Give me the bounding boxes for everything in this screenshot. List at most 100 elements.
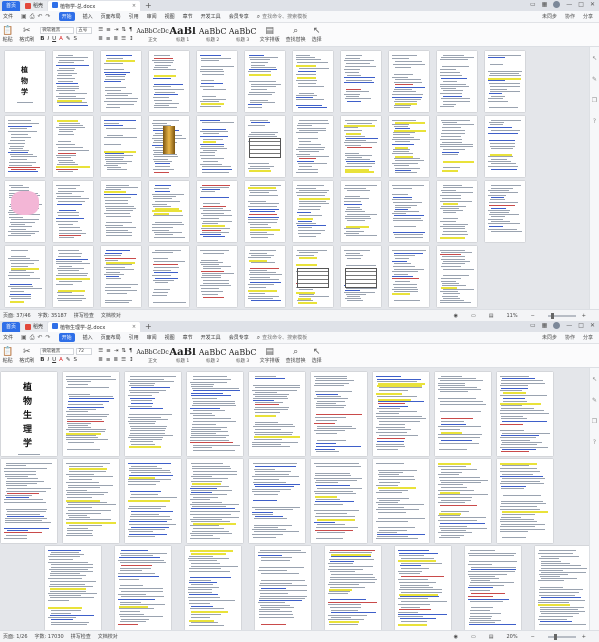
page-thumbnail[interactable] [101, 116, 141, 177]
font-color-button[interactable]: A [59, 357, 63, 363]
document-proofread[interactable]: 文档校对 [98, 633, 118, 640]
page-thumbnail[interactable] [535, 546, 589, 630]
style-normal[interactable]: AaBbCcDc 正文 [136, 348, 168, 364]
page-thumbnail[interactable] [293, 181, 333, 242]
page-thumbnail[interactable] [53, 51, 93, 112]
page-view-icon[interactable]: ▭ [471, 634, 476, 640]
style-heading-1[interactable]: AaBl 标题 1 [169, 27, 196, 43]
bold-button[interactable]: B [40, 357, 44, 363]
zoom-slider[interactable] [547, 633, 576, 640]
maximize-icon[interactable]: □ [578, 1, 584, 8]
page-thumbnail[interactable] [45, 546, 101, 630]
close-icon[interactable]: ✕ [590, 1, 595, 8]
menu-references[interactable]: 引用 [129, 13, 139, 20]
layers-icon[interactable]: ❐ [592, 97, 597, 104]
menu-insert[interactable]: 插入 [83, 334, 93, 341]
menu-home[interactable]: 开始 [58, 12, 75, 21]
page-thumbnail[interactable] [389, 181, 429, 242]
page-thumbnail[interactable] [465, 546, 521, 630]
menu-home[interactable]: 开始 [58, 333, 75, 342]
page-thumbnail[interactable] [485, 51, 525, 112]
menu-page-layout[interactable]: 页面布局 [101, 334, 121, 341]
cut-button[interactable]: ✂ 格式刷 [19, 26, 34, 43]
justify-icon[interactable]: ☰ [121, 357, 126, 363]
close-tab-icon[interactable]: × [132, 324, 136, 330]
pen-icon[interactable]: ✎ [592, 76, 597, 83]
style-heading-1[interactable]: AaBl 标题 1 [169, 348, 196, 364]
page-thumbnail[interactable] [5, 116, 45, 177]
help-icon[interactable]: ? [593, 118, 596, 125]
page-thumbnail[interactable] [1, 459, 57, 543]
collaborate-button[interactable]: 协作 [565, 13, 575, 20]
eye-icon[interactable]: ◉ [454, 634, 458, 640]
zoom-in-icon[interactable]: + [582, 313, 586, 319]
style-normal[interactable]: AaBbCcDc 正文 [136, 27, 168, 43]
tab-docer[interactable]: 稻壳 [21, 0, 48, 11]
print-icon[interactable]: ⎙ [30, 13, 35, 21]
line-spacing-icon[interactable]: ↕ [129, 357, 134, 363]
find-replace-button[interactable]: ⌕ 查找替换 [286, 347, 306, 364]
share-button[interactable]: 分享 [583, 334, 593, 341]
page-thumbnail[interactable] [311, 372, 367, 456]
redo-icon[interactable]: ↷ [46, 13, 51, 21]
page-thumbnail[interactable] [245, 116, 285, 177]
align-center-icon[interactable]: ≡ [106, 357, 111, 363]
spell-check[interactable]: 拼写检查 [71, 633, 91, 640]
show-marks-icon[interactable]: ¶ [129, 348, 133, 354]
page-thumbnail[interactable] [437, 51, 477, 112]
page-thumbnail[interactable] [389, 116, 429, 177]
spell-check[interactable]: 拼写检查 [74, 312, 94, 319]
page-thumbnail[interactable] [373, 372, 429, 456]
numbering-icon[interactable]: ≡ [106, 27, 111, 33]
page-thumbnail[interactable] [245, 51, 285, 112]
page-thumbnail[interactable] [149, 246, 189, 307]
find-replace-button[interactable]: ⌕ 查找替换 [286, 26, 306, 43]
undo-icon[interactable]: ↶ [38, 13, 43, 21]
close-tab-icon[interactable]: × [132, 3, 136, 9]
menu-view[interactable]: 视图 [165, 334, 175, 341]
bullets-icon[interactable]: ☰ [98, 27, 103, 33]
page-thumbnail[interactable] [245, 246, 285, 307]
style-heading-2[interactable]: AaBbC 标题 2 [199, 27, 227, 43]
help-icon[interactable]: ? [593, 439, 596, 446]
menu-file[interactable]: 文件 [3, 13, 13, 20]
menu-view[interactable]: 视图 [165, 13, 175, 20]
sort-icon[interactable]: ⇅ [121, 27, 126, 33]
grid-icon[interactable]: ▦ [542, 1, 548, 8]
page-thumbnail[interactable] [187, 372, 243, 456]
tab-docer[interactable]: 稻壳 [21, 321, 48, 332]
page-thumbnail[interactable] [249, 372, 305, 456]
save-icon[interactable]: ▣ [21, 334, 27, 342]
command-search[interactable]: 查找命令、搜索模板 [262, 334, 307, 341]
sort-icon[interactable]: ⇅ [121, 348, 126, 354]
page-indicator[interactable]: 页面: 1/26 [3, 633, 28, 640]
bold-button[interactable]: B [40, 36, 44, 42]
align-left-icon[interactable]: ≣ [98, 357, 103, 363]
paste-button[interactable]: 📋 粘贴 [2, 26, 13, 43]
text-tools-button[interactable]: ▤ 文字排版 [260, 26, 280, 43]
menu-developer[interactable]: 开发工具 [201, 334, 221, 341]
layout-icon[interactable]: ▭ [530, 1, 536, 8]
paste-button[interactable]: 📋 粘贴 [2, 347, 13, 364]
page-thumbnail[interactable] [185, 546, 241, 630]
page-thumbnail[interactable] [293, 246, 333, 307]
tab-home[interactable]: 首页 [2, 321, 21, 332]
page-thumbnail[interactable] [53, 116, 93, 177]
align-center-icon[interactable]: ≡ [106, 36, 111, 42]
select-button[interactable]: ↖ 选择 [312, 26, 322, 43]
page-thumbnail[interactable] [187, 459, 243, 543]
font-size-select[interactable]: 五号 [76, 27, 93, 34]
pointer-icon[interactable]: ↖ [592, 55, 597, 62]
style-heading-3[interactable]: AaBbC 标题 3 [229, 348, 257, 364]
font-color-button[interactable]: A [59, 36, 63, 42]
page-thumbnail[interactable] [101, 246, 141, 307]
word-count[interactable]: 字数: 17030 [35, 633, 64, 640]
page-view-icon[interactable]: ▭ [471, 313, 476, 319]
share-button[interactable]: 分享 [583, 13, 593, 20]
align-left-icon[interactable]: ≣ [98, 36, 103, 42]
page-thumbnail[interactable] [5, 246, 45, 307]
page-thumbnail[interactable] [53, 246, 93, 307]
page-thumbnail[interactable] [311, 459, 367, 543]
font-size-select[interactable]: 72 [76, 348, 93, 355]
page-thumbnail[interactable]: 植物生理学 [1, 372, 57, 456]
